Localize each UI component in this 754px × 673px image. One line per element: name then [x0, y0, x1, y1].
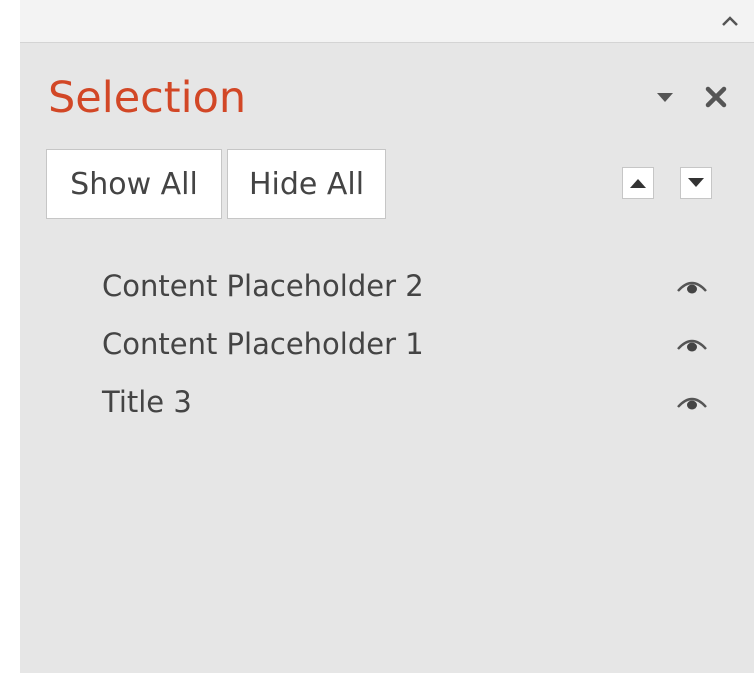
item-label: Title 3: [102, 385, 192, 419]
show-all-button[interactable]: Show All: [46, 149, 222, 219]
item-label: Content Placeholder 1: [102, 327, 424, 361]
chevron-up-icon: [722, 16, 738, 26]
bring-forward-button[interactable]: [622, 167, 654, 199]
triangle-down-icon: [688, 178, 704, 187]
collapse-ribbon-button[interactable]: [718, 10, 742, 32]
eye-icon[interactable]: [674, 275, 710, 297]
list-item[interactable]: Content Placeholder 2: [20, 257, 754, 315]
eye-icon[interactable]: [674, 391, 710, 413]
eye-icon[interactable]: [674, 333, 710, 355]
selection-pane-window: Selection Show All Hide All Content Plac…: [0, 0, 754, 673]
triangle-up-icon: [630, 179, 646, 188]
send-backward-button[interactable]: [680, 167, 712, 199]
selection-list: Content Placeholder 2 Content Placeholde…: [20, 257, 754, 431]
pane-title: Selection: [48, 73, 247, 123]
close-pane-button[interactable]: [700, 81, 732, 113]
selection-pane: Selection Show All Hide All Content Plac…: [20, 43, 754, 673]
list-item[interactable]: Content Placeholder 1: [20, 315, 754, 373]
item-label: Content Placeholder 2: [102, 269, 424, 303]
pane-options-button[interactable]: [653, 87, 677, 107]
caret-down-icon: [657, 93, 673, 102]
left-margin: [0, 0, 20, 673]
hide-all-button[interactable]: Hide All: [227, 149, 386, 219]
list-item[interactable]: Title 3: [20, 373, 754, 431]
close-icon: [705, 86, 727, 108]
ribbon-bar: [20, 0, 754, 43]
